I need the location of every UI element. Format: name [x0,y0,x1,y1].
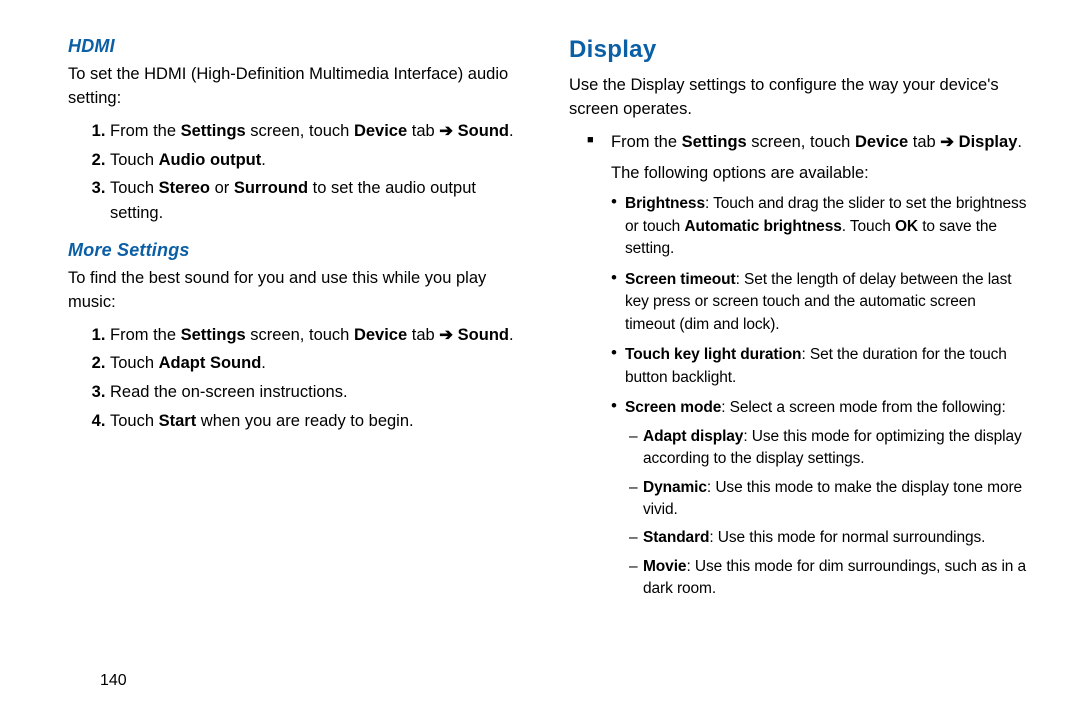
manual-page: HDMI To set the HDMI (High-Definition Mu… [0,0,1080,720]
heading-display: Display [569,36,1030,64]
more-step-2: Touch Adapt Sound. [110,351,529,376]
heading-hdmi: HDMI [68,36,529,57]
display-options: Brightness: Touch and drag the slider to… [569,193,1030,601]
left-column: HDMI To set the HDMI (High-Definition Mu… [68,36,559,700]
option-touch-key-light: Touch key light duration: Set the durati… [625,344,1030,389]
more-steps: From the Settings screen, touch Device t… [68,323,529,434]
hdmi-step-1: From the Settings screen, touch Device t… [110,119,529,144]
heading-more-settings: More Settings [68,240,529,261]
screen-mode-sublist: Adapt display: Use this mode for optimiz… [625,426,1030,601]
option-screen-timeout: Screen timeout: Set the length of delay … [625,269,1030,336]
following-options-text: The following options are available: [611,161,1030,186]
display-intro: Use the Display settings to configure th… [569,74,1030,122]
option-brightness: Brightness: Touch and drag the slider to… [625,193,1030,260]
hdmi-steps: From the Settings screen, touch Device t… [68,119,529,226]
display-nav-step: From the Settings screen, touch Device t… [611,130,1030,155]
option-screen-mode: Screen mode: Select a screen mode from t… [625,397,1030,601]
more-step-3: Read the on-screen instructions. [110,380,529,405]
mode-dynamic: Dynamic: Use this mode to make the displ… [643,477,1030,522]
mode-standard: Standard: Use this mode for normal surro… [643,527,1030,549]
mode-adapt-display: Adapt display: Use this mode for optimiz… [643,426,1030,471]
more-step-4: Touch Start when you are ready to begin. [110,409,529,434]
mode-movie: Movie: Use this mode for dim surrounding… [643,556,1030,601]
hdmi-intro: To set the HDMI (High-Definition Multime… [68,63,529,111]
hdmi-step-2: Touch Audio output. [110,148,529,173]
right-column: Display Use the Display settings to conf… [559,36,1030,700]
display-square-list: From the Settings screen, touch Device t… [569,130,1030,155]
hdmi-step-3: Touch Stereo or Surround to set the audi… [110,176,529,226]
more-intro: To find the best sound for you and use t… [68,267,529,315]
page-number: 140 [100,672,127,690]
more-step-1: From the Settings screen, touch Device t… [110,323,529,348]
